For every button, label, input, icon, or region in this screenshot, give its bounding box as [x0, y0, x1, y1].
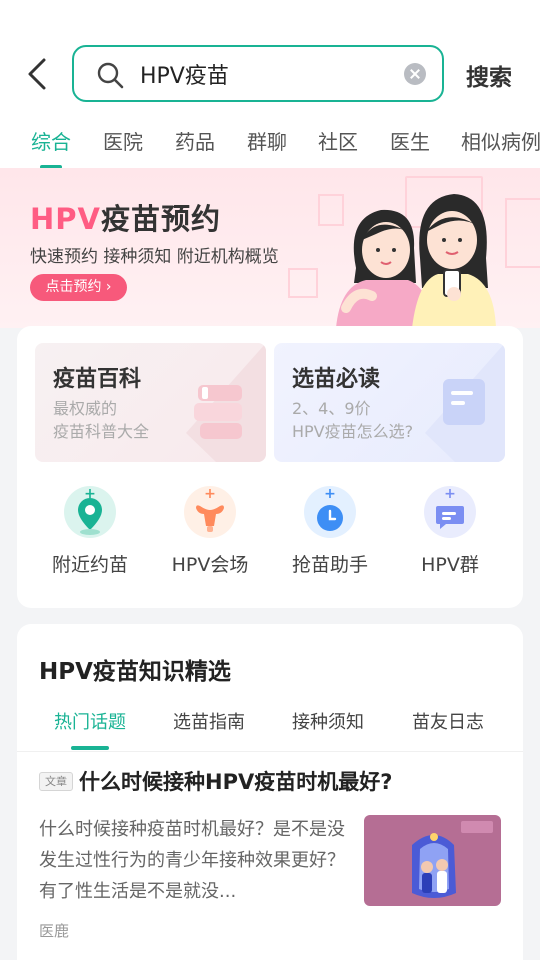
search-icon [97, 62, 124, 89]
vaccine-selection-guide-tile[interactable]: 选苗必读 2、4、9价 HPV疫苗怎么选? [274, 343, 505, 462]
clock-icon: + [304, 486, 356, 538]
hpv-group[interactable]: + HPV群 [390, 486, 510, 577]
article-excerpt: 什么时候接种疫苗时机最好？是不是没发生过性行为的青少年接种效果更好？有了性生活是… [39, 819, 345, 902]
banner-subtitle: 快速预约 接种须知 附近机构概览 [30, 247, 279, 267]
search-button[interactable]: 搜索 [466, 58, 512, 92]
book-now-button[interactable]: 点击预约 › [30, 274, 127, 301]
tab-hospital[interactable]: 医院 [103, 126, 143, 155]
document-icon [425, 343, 505, 462]
chat-group-icon: + [424, 486, 476, 538]
tab-vaccine-diary[interactable]: 苗友日志 [412, 708, 484, 734]
clear-icon[interactable] [404, 63, 426, 85]
tile-description: 最权威的 疫苗科普大全 [53, 399, 150, 441]
tile-title: 疫苗百科 [53, 367, 142, 392]
tab-active-indicator [71, 746, 109, 750]
search-input[interactable] [140, 57, 390, 91]
tab-group-chat[interactable]: 群聊 [247, 126, 287, 155]
tab-vaccination-notes[interactable]: 接种须知 [292, 708, 364, 734]
tab-community[interactable]: 社区 [318, 126, 358, 155]
tab-comprehensive[interactable]: 综合 [31, 126, 71, 155]
location-pin-icon: + [64, 486, 116, 538]
quick-icon-label: HPV群 [421, 554, 479, 576]
decor-frame [288, 268, 318, 298]
book-stack-icon [186, 343, 266, 462]
vaccine-encyclopedia-tile[interactable]: 疫苗百科 最权威的 疫苗科普大全 [35, 343, 266, 462]
tab-selection-guide[interactable]: 选苗指南 [173, 708, 245, 734]
tab-similar-cases[interactable]: 相似病例 [461, 126, 540, 155]
vaccine-grab-assistant[interactable]: + 抢苗助手 [270, 486, 390, 577]
quick-icon-label: 抢苗助手 [291, 554, 368, 576]
quick-icon-label: HPV会场 [171, 554, 249, 576]
tab-medicine[interactable]: 药品 [175, 126, 215, 155]
decor-frame [505, 198, 540, 268]
section-title: HPV疫苗知识精选 [39, 659, 231, 685]
quick-access-card: 疫苗百科 最权威的 疫苗科普大全 选苗必读 2、4、9价 HPV疫苗怎么选? + [17, 326, 523, 608]
tile-title: 选苗必读 [292, 367, 381, 392]
article-title: 什么时候接种HPV疫苗时机最好? [79, 770, 393, 794]
article-card[interactable]: 文章 什么时候接种HPV疫苗时机最好? 什么时候接种疫苗时机最好？是不是没发生过… [17, 752, 523, 960]
back-arrow-icon[interactable] [22, 56, 54, 92]
hpv-appointment-banner[interactable]: HPV疫苗预约 快速预约 接种须知 附近机构概览 点击预约 › [0, 168, 540, 328]
svg-text:+: + [324, 486, 336, 502]
top-bar: 搜索 综合 医院 药品 群聊 社区 医生 相似病例 [0, 0, 540, 168]
tab-hot-topics[interactable]: 热门话题 [54, 708, 126, 734]
article-tag: 文章 [39, 772, 73, 791]
search-box[interactable] [72, 45, 444, 102]
article-source: 医鹿 [39, 922, 70, 940]
category-tabs: 综合 医院 药品 群聊 社区 医生 相似病例 [0, 120, 540, 168]
hpv-venue[interactable]: + HPV会场 [150, 486, 270, 577]
tab-doctor[interactable]: 医生 [390, 126, 430, 155]
uterus-icon: + [184, 486, 236, 538]
article-thumbnail [364, 815, 501, 906]
quick-icon-label: 附近约苗 [51, 554, 128, 576]
banner-title: HPV疫苗预约 [30, 202, 221, 236]
svg-text:+: + [204, 486, 216, 502]
svg-text:+: + [444, 486, 456, 502]
hpv-knowledge-section: HPV疫苗知识精选 热门话题 选苗指南 接种须知 苗友日志 文章 什么时候接种H… [17, 624, 523, 960]
thumbnail-badge [461, 821, 493, 833]
two-women-illustration [336, 194, 496, 328]
tile-description: 2、4、9价 HPV疫苗怎么选? [292, 399, 414, 441]
nearby-vaccine-appointment[interactable]: + 附近约苗 [30, 486, 150, 577]
